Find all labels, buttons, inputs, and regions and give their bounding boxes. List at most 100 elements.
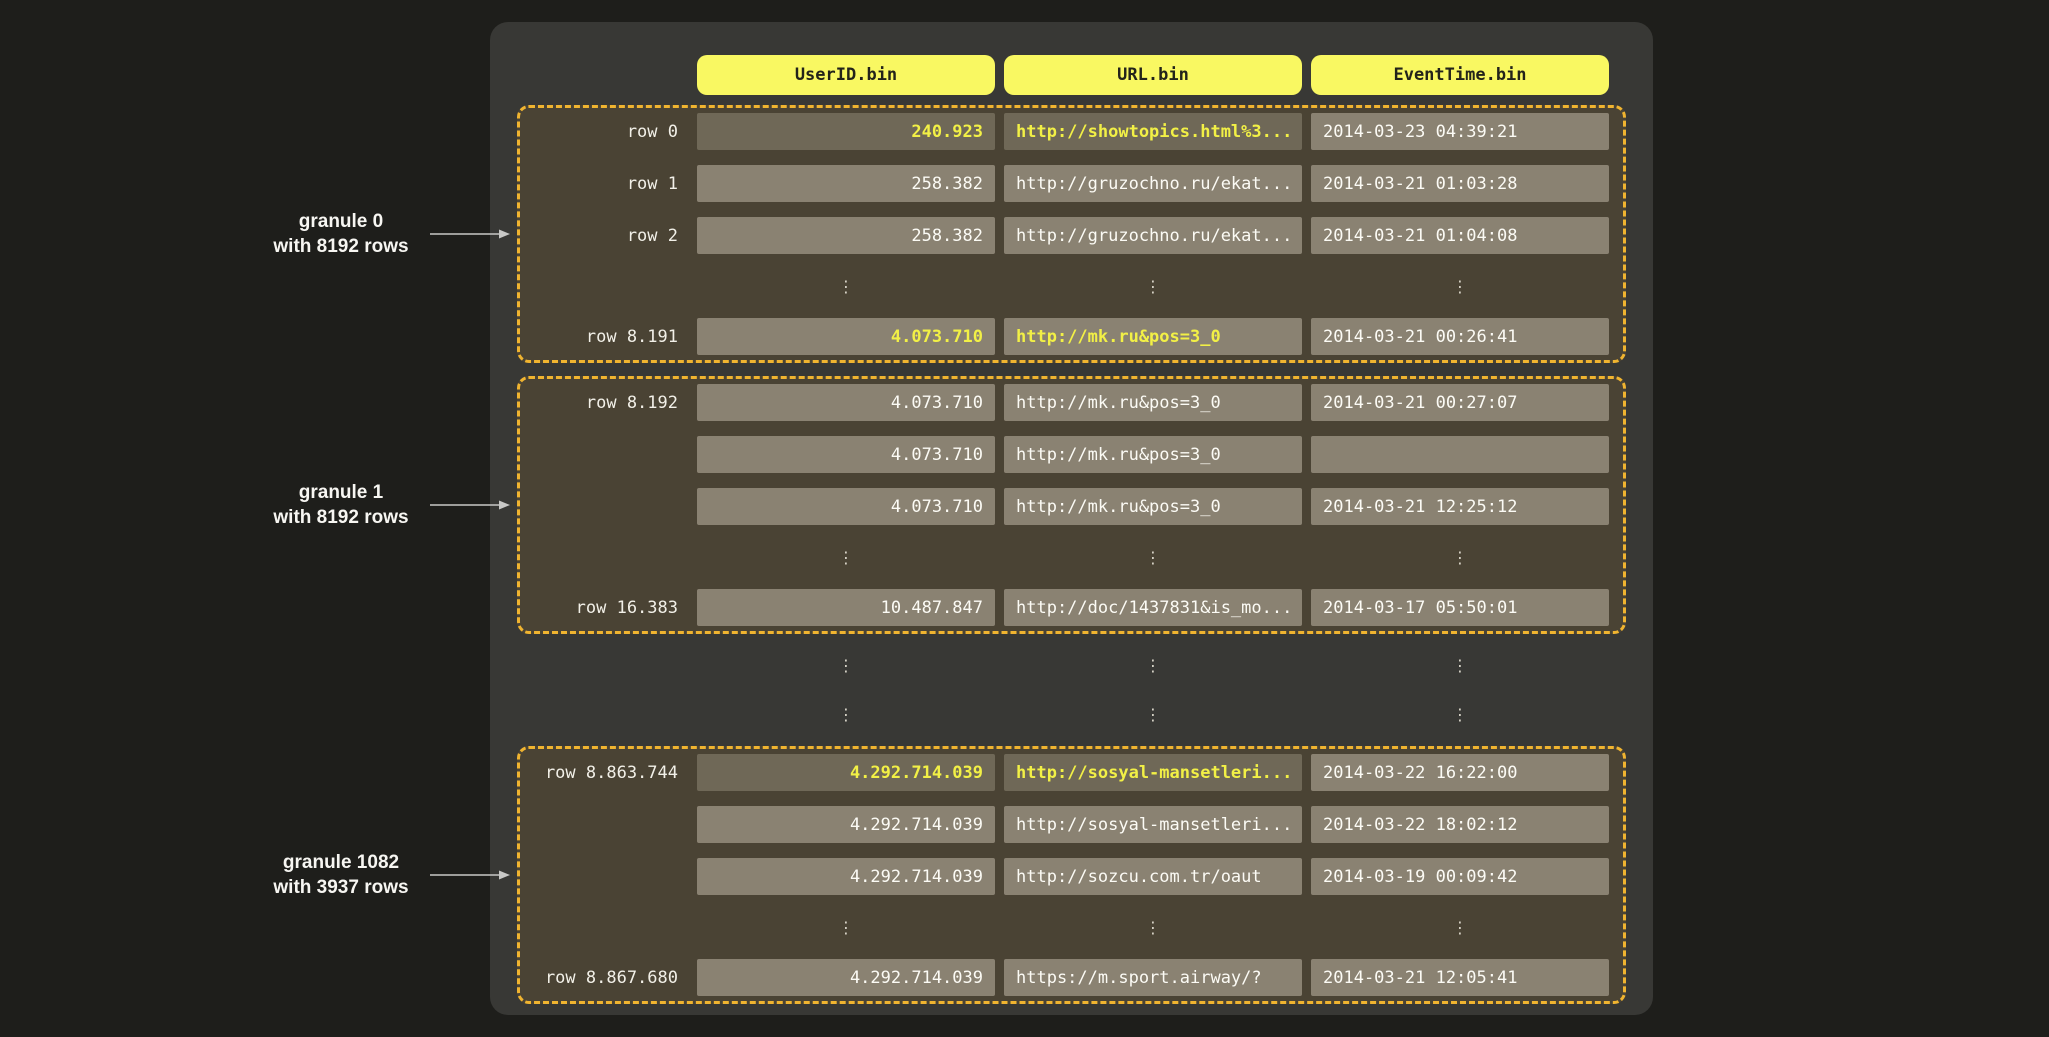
eventtime-cell: 2014-03-19 00:09:42	[1311, 858, 1609, 895]
row-label-spacer	[520, 55, 688, 95]
granule-subtitle: with 8192 rows	[258, 505, 424, 530]
url-cell: http://mk.ru&pos=3_0	[1004, 436, 1302, 473]
userid-cell: 10.487.847	[697, 589, 995, 626]
table-row: row 2 258.382 http://gruzochno.ru/ekat..…	[520, 217, 1609, 254]
table-panel: UserID.bin URL.bin EventTime.bin row 0 2…	[490, 22, 1653, 1015]
userid-cell: 4.073.710	[697, 384, 995, 421]
ellipsis-row: ⋮ ⋮ ⋮	[520, 648, 1653, 682]
vertical-ellipsis-icon: ⋮	[1004, 697, 1302, 731]
vertical-ellipsis-icon: ⋮	[1311, 540, 1609, 574]
arrow-right-icon	[430, 869, 510, 881]
vertical-ellipsis-icon: ⋮	[1311, 910, 1609, 944]
url-cell: http://gruzochno.ru/ekat...	[1004, 217, 1302, 254]
row-label-empty	[520, 697, 688, 731]
ellipsis-row: ⋮ ⋮ ⋮	[520, 697, 1653, 731]
userid-cell: 240.923	[697, 113, 995, 150]
granule-subtitle: with 3937 rows	[258, 875, 424, 900]
userid-cell: 258.382	[697, 165, 995, 202]
row-label: row 0	[520, 113, 688, 150]
vertical-ellipsis-icon: ⋮	[697, 648, 995, 682]
row-label-empty	[520, 540, 688, 574]
ellipsis-row: ⋮ ⋮ ⋮	[520, 269, 1609, 303]
row-label-empty	[520, 648, 688, 682]
eventtime-cell: 2014-03-22 18:02:12	[1311, 806, 1609, 843]
arrow-right-icon	[430, 499, 510, 511]
userid-cell: 4.292.714.039	[697, 754, 995, 791]
eventtime-cell: 2014-03-22 16:22:00	[1311, 754, 1609, 791]
eventtime-cell: 2014-03-21 12:05:41	[1311, 959, 1609, 996]
column-header-userid-bin: UserID.bin	[697, 55, 995, 95]
url-cell: http://doc/1437831&is_mo...	[1004, 589, 1302, 626]
row-label: row 8.192	[520, 384, 688, 421]
url-cell: http://sosyal-mansetleri...	[1004, 806, 1302, 843]
granule-0-box: row 0 240.923 http://showtopics.html%3..…	[517, 105, 1626, 363]
url-cell: http://mk.ru&pos=3_0	[1004, 318, 1302, 355]
row-label	[520, 488, 688, 525]
column-header-eventtime-bin: EventTime.bin	[1311, 55, 1609, 95]
granule-1-label: granule 1 with 8192 rows	[258, 480, 510, 530]
granule-1-box: row 8.192 4.073.710 http://mk.ru&pos=3_0…	[517, 376, 1626, 634]
vertical-ellipsis-icon: ⋮	[1311, 269, 1609, 303]
vertical-ellipsis-icon: ⋮	[697, 269, 995, 303]
table-row: 4.292.714.039 http://sosyal-mansetleri..…	[520, 806, 1609, 843]
eventtime-cell: 2014-03-21 01:04:08	[1311, 217, 1609, 254]
vertical-ellipsis-icon: ⋮	[1004, 269, 1302, 303]
eventtime-cell: 2014-03-17 05:50:01	[1311, 589, 1609, 626]
table-row: row 8.863.744 4.292.714.039 http://sosya…	[520, 754, 1609, 791]
eventtime-cell: 2014-03-21 00:26:41	[1311, 318, 1609, 355]
row-label: row 2	[520, 217, 688, 254]
url-cell: https://m.sport.airway/?	[1004, 959, 1302, 996]
granule-subtitle: with 8192 rows	[258, 234, 424, 259]
table-row: row 16.383 10.487.847 http://doc/1437831…	[520, 589, 1609, 626]
granule-1-label-text: granule 1 with 8192 rows	[258, 480, 424, 530]
table-row: 4.292.714.039 http://sozcu.com.tr/oaut 2…	[520, 858, 1609, 895]
granule-title: granule 1082	[258, 850, 424, 875]
vertical-ellipsis-icon: ⋮	[697, 540, 995, 574]
userid-cell: 4.073.710	[697, 488, 995, 525]
table-row: 4.073.710 http://mk.ru&pos=3_0 2014-03-2…	[520, 488, 1609, 525]
table-row: row 0 240.923 http://showtopics.html%3..…	[520, 113, 1609, 150]
url-cell: http://showtopics.html%3...	[1004, 113, 1302, 150]
userid-cell: 4.073.710	[697, 318, 995, 355]
url-cell: http://mk.ru&pos=3_0	[1004, 488, 1302, 525]
row-label: row 8.867.680	[520, 959, 688, 996]
url-cell: http://gruzochno.ru/ekat...	[1004, 165, 1302, 202]
granule-0-label: granule 0 with 8192 rows	[258, 209, 510, 259]
eventtime-cell: 2014-03-21 12:25:12	[1311, 488, 1609, 525]
table-row: row 1 258.382 http://gruzochno.ru/ekat..…	[520, 165, 1609, 202]
row-label: row 1	[520, 165, 688, 202]
userid-cell: 4.292.714.039	[697, 858, 995, 895]
row-label	[520, 806, 688, 843]
eventtime-cell: 2014-03-23 04:39:21	[1311, 113, 1609, 150]
row-label	[520, 858, 688, 895]
column-header-row: UserID.bin URL.bin EventTime.bin	[520, 55, 1653, 95]
row-label: row 8.191	[520, 318, 688, 355]
userid-cell: 4.073.710	[697, 436, 995, 473]
table-row: row 8.192 4.073.710 http://mk.ru&pos=3_0…	[520, 384, 1609, 421]
granule-title: granule 0	[258, 209, 424, 234]
granule-title: granule 1	[258, 480, 424, 505]
url-cell: http://sosyal-mansetleri...	[1004, 754, 1302, 791]
table-row: 4.073.710 http://mk.ru&pos=3_0	[520, 436, 1609, 473]
vertical-ellipsis-icon: ⋮	[1004, 910, 1302, 944]
userid-cell: 4.292.714.039	[697, 959, 995, 996]
ellipsis-row: ⋮ ⋮ ⋮	[520, 910, 1609, 944]
ellipsis-row: ⋮ ⋮ ⋮	[520, 540, 1609, 574]
row-label: row 8.863.744	[520, 754, 688, 791]
granule-0-label-text: granule 0 with 8192 rows	[258, 209, 424, 259]
row-label-empty	[520, 910, 688, 944]
url-cell: http://mk.ru&pos=3_0	[1004, 384, 1302, 421]
eventtime-cell: 2014-03-21 01:03:28	[1311, 165, 1609, 202]
granule-1082-label: granule 1082 with 3937 rows	[258, 850, 510, 900]
row-label: row 16.383	[520, 589, 688, 626]
vertical-ellipsis-icon: ⋮	[1004, 540, 1302, 574]
vertical-ellipsis-icon: ⋮	[697, 697, 995, 731]
userid-cell: 4.292.714.039	[697, 806, 995, 843]
vertical-ellipsis-icon: ⋮	[1004, 648, 1302, 682]
eventtime-cell-empty	[1311, 436, 1609, 473]
granule-1082-label-text: granule 1082 with 3937 rows	[258, 850, 424, 900]
vertical-ellipsis-icon: ⋮	[1311, 648, 1609, 682]
table-row: row 8.867.680 4.292.714.039 https://m.sp…	[520, 959, 1609, 996]
userid-cell: 258.382	[697, 217, 995, 254]
row-label	[520, 436, 688, 473]
